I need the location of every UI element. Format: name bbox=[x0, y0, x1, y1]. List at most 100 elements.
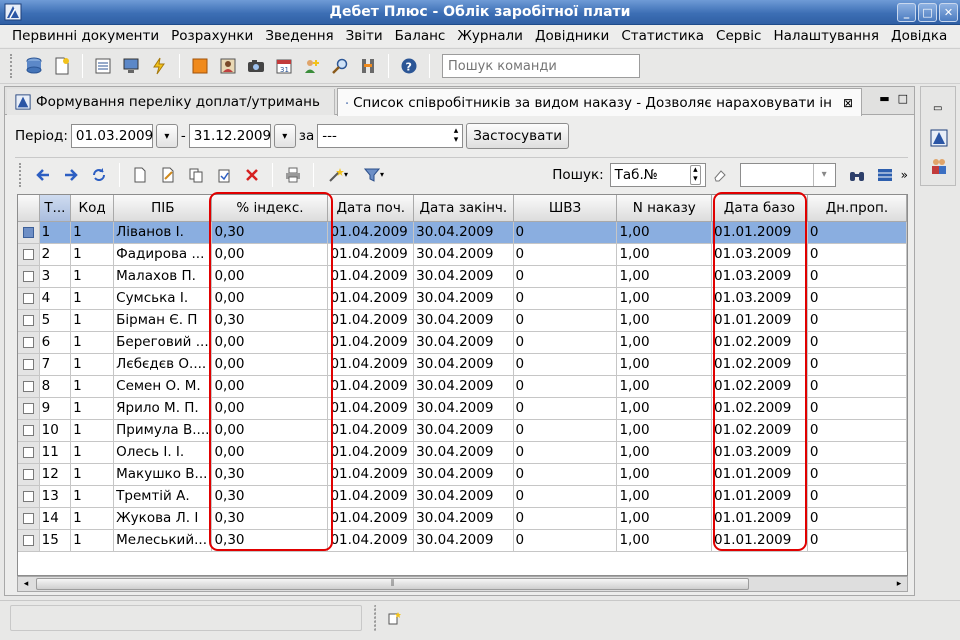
cell-order-number[interactable]: 1,00 bbox=[616, 243, 713, 266]
cell-shvz[interactable]: 0 bbox=[513, 265, 618, 288]
cell-code[interactable]: 1 bbox=[70, 265, 115, 288]
minimize-button[interactable]: _ bbox=[897, 3, 916, 22]
cell-start-date[interactable]: 01.04.2009 bbox=[327, 419, 415, 442]
camera-icon[interactable] bbox=[245, 55, 267, 77]
new-record-icon[interactable] bbox=[129, 164, 151, 186]
cell-index-percent[interactable]: 0,30 bbox=[211, 529, 329, 552]
cell-index-percent[interactable]: 0,00 bbox=[211, 265, 329, 288]
close-tab-icon[interactable]: ⊠ bbox=[843, 96, 853, 110]
cell-missed-days[interactable]: 0 bbox=[807, 463, 907, 486]
cell-start-date[interactable]: 01.04.2009 bbox=[327, 507, 415, 530]
monitor-icon[interactable] bbox=[120, 55, 142, 77]
cell-end-date[interactable]: 30.04.2009 bbox=[413, 265, 514, 288]
cell-base-date[interactable]: 01.01.2009 bbox=[711, 309, 808, 332]
cell-missed-days[interactable]: 0 bbox=[807, 397, 907, 420]
cell-name[interactable]: Примула В.... bbox=[113, 419, 213, 442]
menu-help[interactable]: Довідка bbox=[885, 28, 953, 44]
checkbox-icon[interactable] bbox=[22, 490, 34, 502]
cell-name[interactable]: Лєбєдєв О.... bbox=[113, 353, 213, 376]
copy-record-icon[interactable] bbox=[185, 164, 207, 186]
row-checkbox[interactable] bbox=[18, 331, 40, 354]
delete-icon[interactable] bbox=[241, 164, 263, 186]
cell-index-percent[interactable]: 0,00 bbox=[211, 441, 329, 464]
cell-base-date[interactable]: 01.03.2009 bbox=[711, 243, 808, 266]
cell-end-date[interactable]: 30.04.2009 bbox=[413, 441, 514, 464]
table-row[interactable]: 11 1 Олесь І. І. 0,00 01.04.2009 30.04.2009 0 1… bbox=[18, 441, 907, 464]
cell-name[interactable]: Мелеський... bbox=[113, 529, 213, 552]
cell-index-percent[interactable]: 0,30 bbox=[211, 507, 329, 530]
cell-missed-days[interactable]: 0 bbox=[807, 419, 907, 442]
cell-base-date[interactable]: 01.03.2009 bbox=[711, 265, 808, 288]
row-checkbox[interactable] bbox=[18, 397, 40, 420]
binoculars-icon[interactable] bbox=[846, 164, 868, 186]
cell-index-percent[interactable]: 0,30 bbox=[211, 485, 329, 508]
cell-code[interactable]: 1 bbox=[70, 397, 115, 420]
cell-code[interactable]: 1 bbox=[70, 375, 115, 398]
cell-shvz[interactable]: 0 bbox=[513, 243, 618, 266]
menu-primary-documents[interactable]: Первинні документи bbox=[0, 28, 165, 44]
cell-tab-number[interactable]: 11 bbox=[39, 441, 72, 464]
cell-code[interactable]: 1 bbox=[70, 287, 115, 310]
table-row[interactable]: 13 1 Тремтій А. 0,30 01.04.2009 30.04.2009 0 1,… bbox=[18, 485, 907, 508]
cell-order-number[interactable]: 1,00 bbox=[616, 287, 713, 310]
cell-shvz[interactable]: 0 bbox=[513, 529, 618, 552]
row-checkbox[interactable] bbox=[18, 419, 40, 442]
cell-end-date[interactable]: 30.04.2009 bbox=[413, 485, 514, 508]
cell-start-date[interactable]: 01.04.2009 bbox=[327, 353, 415, 376]
magic-wand-dropdown-icon[interactable]: ▾ bbox=[323, 164, 353, 186]
cell-shvz[interactable]: 0 bbox=[513, 507, 618, 530]
cell-code[interactable]: 1 bbox=[70, 309, 115, 332]
table-row[interactable]: 15 1 Мелеський... 0,30 01.04.2009 30.04.2009 0… bbox=[18, 529, 907, 552]
lightning-icon[interactable] bbox=[148, 55, 170, 77]
row-checkbox[interactable] bbox=[18, 507, 40, 530]
menu-balance[interactable]: Баланс bbox=[389, 28, 452, 44]
cell-name[interactable]: Ліванов І. bbox=[113, 221, 213, 244]
menu-directories[interactable]: Довідники bbox=[529, 28, 615, 44]
cell-name[interactable]: Олесь І. І. bbox=[113, 441, 213, 464]
table-row[interactable]: 6 1 Береговий ... 0,00 01.04.2009 30.04.2009 0… bbox=[18, 331, 907, 354]
checkbox-icon[interactable] bbox=[22, 358, 34, 370]
table-row[interactable]: 12 1 Макушко В... 0,30 01.04.2009 30.04.2009 0… bbox=[18, 463, 907, 486]
row-checkbox[interactable] bbox=[18, 353, 40, 376]
column-header-start-date[interactable]: Дата поч. bbox=[327, 195, 415, 222]
chevron-down-icon[interactable]: ▾ bbox=[812, 163, 835, 186]
cell-base-date[interactable]: 01.03.2009 bbox=[711, 287, 808, 310]
cell-base-date[interactable]: 01.02.2009 bbox=[711, 331, 808, 354]
cell-end-date[interactable]: 30.04.2009 bbox=[413, 309, 514, 332]
cell-start-date[interactable]: 01.04.2009 bbox=[327, 221, 415, 244]
cell-base-date[interactable]: 01.01.2009 bbox=[711, 221, 808, 244]
arrow-right-icon[interactable] bbox=[60, 164, 82, 186]
cell-missed-days[interactable]: 0 bbox=[807, 265, 907, 288]
cell-code[interactable]: 1 bbox=[70, 529, 115, 552]
cell-index-percent[interactable]: 0,00 bbox=[211, 397, 329, 420]
cell-missed-days[interactable]: 0 bbox=[807, 507, 907, 530]
cell-code[interactable]: 1 bbox=[70, 463, 115, 486]
cell-order-number[interactable]: 1,00 bbox=[616, 485, 713, 508]
new-document-icon[interactable] bbox=[51, 55, 73, 77]
cell-start-date[interactable]: 01.04.2009 bbox=[327, 265, 415, 288]
checkbox-icon[interactable] bbox=[22, 402, 34, 414]
add-user-icon[interactable] bbox=[301, 55, 323, 77]
cell-base-date[interactable]: 01.02.2009 bbox=[711, 419, 808, 442]
cell-end-date[interactable]: 30.04.2009 bbox=[413, 221, 514, 244]
cell-name[interactable]: Сумська І. bbox=[113, 287, 213, 310]
checkbox-icon[interactable] bbox=[22, 314, 34, 326]
cell-shvz[interactable]: 0 bbox=[513, 397, 618, 420]
for-select[interactable]: --- ▴ ▾ bbox=[317, 124, 464, 148]
cell-base-date[interactable]: 01.01.2009 bbox=[711, 463, 808, 486]
cell-shvz[interactable]: 0 bbox=[513, 287, 618, 310]
scroll-left-icon[interactable]: ◂ bbox=[19, 578, 33, 590]
cell-start-date[interactable]: 01.04.2009 bbox=[327, 243, 415, 266]
cell-code[interactable]: 1 bbox=[70, 331, 115, 354]
table-row[interactable]: 1 1 Ліванов І. 0,30 01.04.2009 30.04.2009 0 1,0… bbox=[18, 221, 907, 244]
cell-missed-days[interactable]: 0 bbox=[807, 485, 907, 508]
cell-missed-days[interactable]: 0 bbox=[807, 287, 907, 310]
paste-record-icon[interactable] bbox=[213, 164, 235, 186]
cell-base-date[interactable]: 01.01.2009 bbox=[711, 485, 808, 508]
row-checkbox[interactable] bbox=[18, 265, 40, 288]
menu-service[interactable]: Сервіс bbox=[710, 28, 767, 44]
table-row[interactable]: 4 1 Сумська І. 0,00 01.04.2009 30.04.2009 0 1,0… bbox=[18, 287, 907, 310]
column-header-check[interactable] bbox=[18, 195, 40, 222]
cell-tab-number[interactable]: 3 bbox=[39, 265, 72, 288]
cell-end-date[interactable]: 30.04.2009 bbox=[413, 353, 514, 376]
